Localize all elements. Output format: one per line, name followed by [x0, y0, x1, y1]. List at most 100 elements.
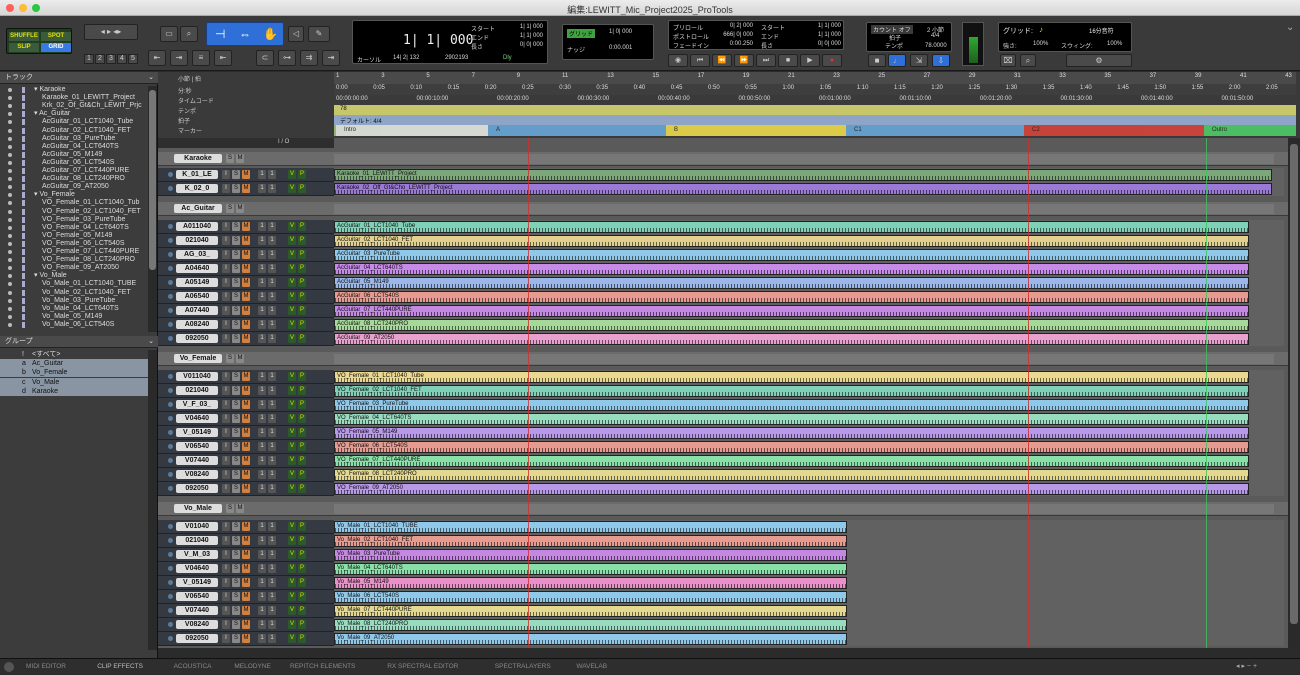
track-view-v-button[interactable]: V: [288, 306, 296, 315]
track-voice-button[interactable]: 1: [258, 522, 266, 531]
track-solo-button[interactable]: S: [232, 634, 240, 643]
track-view-p-button[interactable]: P: [298, 442, 306, 451]
zoomer-tool-icon[interactable]: ▭: [160, 26, 178, 42]
track-list-item[interactable]: VO_Female_09_AT2050: [0, 264, 148, 272]
meter-ruler[interactable]: デフォルト: 4/4: [334, 115, 1296, 125]
grid-settings-value[interactable]: 16分音符: [1089, 26, 1114, 35]
track-solo-button[interactable]: S: [232, 306, 240, 315]
folder-bar-vo_male[interactable]: Vo_Male S M: [158, 502, 1288, 516]
track-input-button[interactable]: I: [222, 564, 230, 573]
track-header[interactable]: K_02_0 I S M 1 1 V P: [158, 182, 334, 196]
track-input-button[interactable]: I: [222, 250, 230, 259]
track-view-v-button[interactable]: V: [288, 184, 296, 193]
audio-clip[interactable]: VO_Female_02_LCT1040_FET: [334, 385, 1249, 397]
track-name[interactable]: 092050: [176, 334, 218, 343]
track-name[interactable]: 021040: [176, 386, 218, 395]
track-list-item[interactable]: Vo_Male_02_LCT1040_FET: [0, 289, 148, 297]
track-mute-button[interactable]: M: [242, 250, 250, 259]
track-header[interactable]: V07440 I S M 1 1 V P: [158, 454, 334, 468]
track-solo-button[interactable]: S: [232, 536, 240, 545]
track-voice-button[interactable]: 1: [258, 236, 266, 245]
track-name[interactable]: A08240: [176, 320, 218, 329]
visibility-dot-icon[interactable]: [8, 314, 12, 319]
track-header[interactable]: A011040 I S M 1 1 V P: [158, 220, 334, 234]
track-view-p-button[interactable]: P: [298, 278, 306, 287]
track-solo-button[interactable]: S: [232, 606, 240, 615]
track-input-button[interactable]: I: [222, 292, 230, 301]
track-view-p-button[interactable]: P: [298, 456, 306, 465]
visibility-dot-icon[interactable]: [8, 152, 12, 157]
track-name[interactable]: A07440: [176, 306, 218, 315]
track-input-button[interactable]: I: [222, 428, 230, 437]
track-vol-button[interactable]: 1: [268, 470, 276, 479]
midi-merge-icon[interactable]: ⇩: [932, 54, 950, 67]
track-solo-button[interactable]: S: [232, 386, 240, 395]
bottom-tab-clip-effects[interactable]: CLIP EFFECTS: [97, 662, 143, 672]
track-list-item[interactable]: ▾ Ac_Guitar: [0, 110, 148, 118]
track-input-button[interactable]: I: [222, 306, 230, 315]
visibility-dot-icon[interactable]: [8, 290, 12, 295]
track-solo-button[interactable]: S: [232, 236, 240, 245]
track-name[interactable]: V04640: [176, 564, 218, 573]
track-voice-button[interactable]: 1: [258, 386, 266, 395]
track-list-item[interactable]: AcGuitar_06_LCT540S: [0, 159, 148, 167]
track-mute-button[interactable]: M: [242, 372, 250, 381]
track-header[interactable]: V07440 I S M 1 1 V P: [158, 604, 334, 618]
track-name[interactable]: V04640: [176, 414, 218, 423]
preroll-value-1[interactable]: 666| 0| 000: [723, 32, 753, 38]
track-view-v-button[interactable]: V: [288, 456, 296, 465]
track-mute-button[interactable]: M: [242, 470, 250, 479]
track-view-v-button[interactable]: V: [288, 550, 296, 559]
audio-clip[interactable]: AcGuitar_04_LCT640TS: [334, 263, 1249, 275]
track-voice-button[interactable]: 1: [258, 484, 266, 493]
track-name[interactable]: V07440: [176, 456, 218, 465]
meter-value[interactable]: 4/4: [931, 33, 939, 39]
nudge-left-icon[interactable]: ⇤: [148, 50, 166, 66]
go-to-end-icon[interactable]: ⏭: [756, 54, 776, 67]
group-item[interactable]: a Ac_Guitar: [0, 359, 148, 369]
swing-value[interactable]: 100%: [1107, 41, 1122, 47]
track-header[interactable]: A04640 I S M 1 1 V P: [158, 262, 334, 276]
track-view-p-button[interactable]: P: [298, 306, 306, 315]
track-solo-button[interactable]: S: [232, 592, 240, 601]
track-input-button[interactable]: I: [222, 522, 230, 531]
track-header[interactable]: V011040 I S M 1 1 V P: [158, 370, 334, 384]
track-vol-button[interactable]: 1: [268, 236, 276, 245]
marker-b[interactable]: B: [666, 125, 846, 136]
track-list-item[interactable]: Vo_Male_01_LCT1040_TUBE: [0, 280, 148, 288]
track-name[interactable]: V011040: [176, 372, 218, 381]
track-solo-button[interactable]: S: [232, 428, 240, 437]
transport-sel-value-1[interactable]: 1| 1| 000: [818, 32, 841, 38]
visibility-dot-icon[interactable]: [8, 209, 12, 214]
track-list-item[interactable]: Vo_Male_03_PureTube: [0, 297, 148, 305]
audio-clip[interactable]: Vo_Male_05_M149: [334, 577, 847, 589]
track-record-dot-icon[interactable]: [168, 322, 173, 327]
track-record-dot-icon[interactable]: [168, 444, 173, 449]
track-name[interactable]: V_M_03: [176, 550, 218, 559]
audio-clip[interactable]: Vo_Male_02_LCT1040_FET: [334, 535, 847, 547]
group-item[interactable]: ! <すべて>: [0, 350, 148, 359]
track-vol-button[interactable]: 1: [268, 536, 276, 545]
track-record-dot-icon[interactable]: [168, 172, 173, 177]
track-view-p-button[interactable]: P: [298, 292, 306, 301]
track-view-v-button[interactable]: V: [288, 536, 296, 545]
track-record-dot-icon[interactable]: [168, 308, 173, 313]
track-solo-button[interactable]: S: [232, 484, 240, 493]
track-mute-button[interactable]: M: [242, 414, 250, 423]
track-list-item[interactable]: VO_Female_06_LCT540S: [0, 240, 148, 248]
visibility-dot-icon[interactable]: [8, 104, 12, 109]
bottom-tab-melodyne[interactable]: MELODYNE: [234, 662, 270, 672]
track-input-button[interactable]: I: [222, 414, 230, 423]
magnify-icon[interactable]: ⌕: [180, 26, 198, 42]
track-voice-button[interactable]: 1: [258, 470, 266, 479]
mirror-icon[interactable]: ⊶: [278, 50, 296, 66]
track-view-v-button[interactable]: V: [288, 620, 296, 629]
track-mute-button[interactable]: M: [242, 456, 250, 465]
track-name[interactable]: 092050: [176, 634, 218, 643]
track-record-dot-icon[interactable]: [168, 608, 173, 613]
selection-value-0[interactable]: 1| 1| 000: [520, 24, 543, 30]
track-vol-button[interactable]: 1: [268, 606, 276, 615]
audio-clip[interactable]: VO_Female_03_PureTube: [334, 399, 1249, 411]
track-vol-button[interactable]: 1: [268, 522, 276, 531]
selector-tool-icon[interactable]: ⇔: [239, 27, 251, 41]
